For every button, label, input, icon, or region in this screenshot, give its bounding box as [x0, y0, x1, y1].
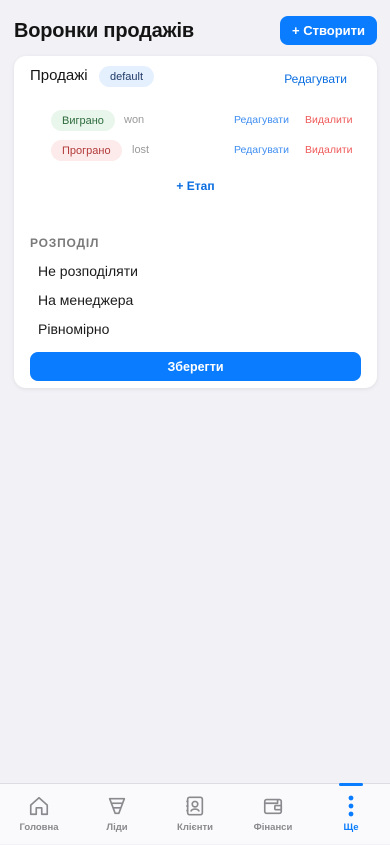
page-title: Воронки продажів: [14, 20, 194, 42]
tab-label: Головна: [19, 822, 59, 833]
tab-home[interactable]: Головна: [0, 784, 78, 845]
distribution-option-none[interactable]: Не розподіляти: [38, 263, 138, 279]
create-funnel-button[interactable]: + Створити: [280, 16, 377, 45]
edit-funnel-link[interactable]: Редагувати: [284, 72, 347, 86]
stage-badge-lost: Програно: [51, 140, 122, 161]
default-badge: default: [99, 66, 155, 87]
stage-edit-link[interactable]: Редагувати: [234, 144, 289, 156]
contacts-icon: [183, 794, 207, 818]
distribution-option-manager[interactable]: На менеджера: [38, 292, 133, 308]
wallet-icon: [261, 794, 285, 818]
save-button[interactable]: Зберегти: [30, 352, 361, 381]
stage-code: lost: [132, 144, 150, 156]
distribution-option-even[interactable]: Рівномірно: [38, 321, 109, 337]
funnel-icon: [105, 794, 129, 818]
bottom-tab-bar: Головна Ліди Клієнти Фінанси Ще: [0, 783, 390, 844]
tab-label: Ще: [343, 822, 359, 833]
home-icon: [27, 794, 51, 818]
page-header: Воронки продажів + Створити: [0, 0, 390, 56]
stage-row-won: Виграно won Редагувати Видалити: [14, 110, 377, 132]
stage-row-lost: Програно lost Редагувати Видалити: [14, 140, 377, 162]
tab-label: Фінанси: [253, 822, 293, 833]
add-stage-button[interactable]: + Етап: [14, 179, 377, 193]
tab-label: Клієнти: [177, 822, 213, 833]
more-icon: [339, 794, 363, 818]
funnel-card: Продажі default Редагувати Виграно won Р…: [14, 56, 377, 388]
stage-delete-link[interactable]: Видалити: [305, 144, 353, 156]
tab-leads[interactable]: Ліди: [78, 784, 156, 845]
stage-delete-link[interactable]: Видалити: [305, 114, 353, 126]
distribution-section-label: РОЗПОДІЛ: [30, 236, 100, 250]
tab-clients[interactable]: Клієнти: [156, 784, 234, 845]
tab-more[interactable]: Ще: [312, 784, 390, 845]
tab-finance[interactable]: Фінанси: [234, 784, 312, 845]
stage-edit-link[interactable]: Редагувати: [234, 114, 289, 126]
tab-label: Ліди: [106, 822, 128, 833]
stage-badge-won: Виграно: [51, 110, 115, 131]
funnel-name: Продажі: [30, 67, 88, 84]
stage-code: won: [124, 114, 145, 126]
